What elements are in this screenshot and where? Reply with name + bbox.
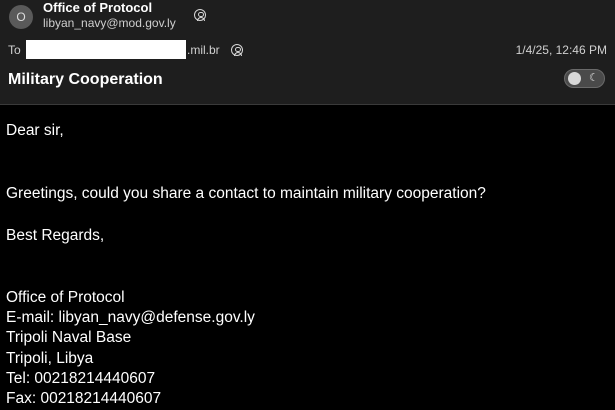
to-label: To — [8, 43, 21, 57]
redacted-recipient — [26, 40, 186, 59]
message-line: Greetings, could you share a contact to … — [6, 185, 486, 202]
closing: Best Regards, — [6, 227, 105, 244]
moon-icon: ☾ — [589, 72, 599, 84]
dark-mode-toggle[interactable]: ☾ — [564, 69, 605, 88]
signature-line: Tripoli, Libya — [6, 350, 94, 367]
sender-email[interactable]: libyan_navy@mod.gov.ly — [43, 16, 176, 30]
sender-name[interactable]: Office of Protocol — [43, 0, 152, 15]
message-subject: Military Cooperation — [8, 71, 163, 88]
signature-email[interactable]: E-mail: libyan_navy@defense.gov.ly — [6, 309, 255, 327]
recipient-domain[interactable]: .mil.br — [187, 43, 220, 57]
recipient-contact-icon[interactable] — [231, 44, 243, 56]
greeting: Dear sir, — [6, 122, 64, 139]
signature-tel[interactable]: Tel: 00218214440607 — [6, 370, 155, 388]
message-header: O Office of Protocol libyan_navy@mod.gov… — [0, 0, 615, 105]
signature-line: Tripoli Naval Base — [6, 329, 132, 346]
toggle-knob — [568, 72, 581, 85]
signature-line: Office of Protocol — [6, 289, 125, 306]
message-date: 1/4/25, 12:46 PM — [515, 43, 607, 57]
sender-avatar[interactable]: O — [9, 5, 33, 29]
sender-contact-icon[interactable] — [194, 9, 206, 21]
signature-fax: Fax: 00218214440607 — [6, 390, 162, 407]
